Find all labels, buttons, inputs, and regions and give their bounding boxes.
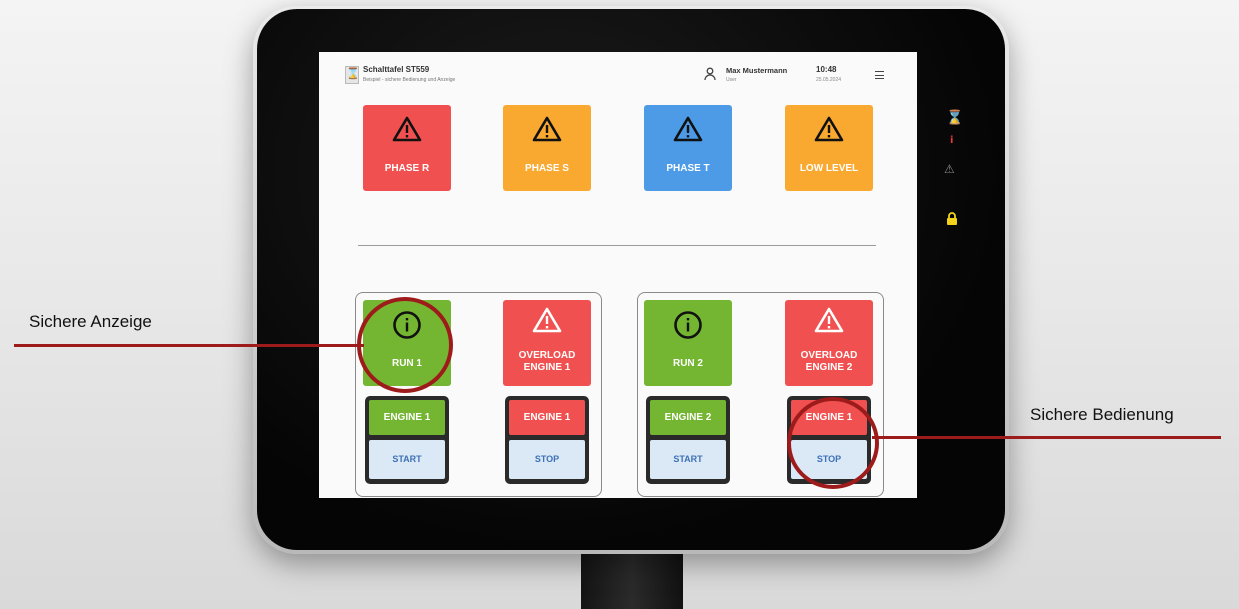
warning-icon [814,116,844,142]
warning-icon [673,116,703,142]
engine-1-stop-control: ENGINE 1 STOP [505,396,589,484]
start-button[interactable]: START [650,440,726,479]
info-icon: i [950,135,954,146]
page-subtitle: Beispiel - sichere Bedienung und Anzeige [363,77,456,83]
app-logo-icon: ⌛ [345,66,360,84]
clock-date: 25.05.2024 [816,77,842,83]
warning-icon [392,116,422,142]
start-button[interactable]: START [369,440,445,479]
alarm-tile-phase-t[interactable]: PHASE T [644,105,732,191]
user-role: User [726,77,737,83]
alarm-label: PHASE T [666,163,710,174]
hourglass-icon: ⌛ [946,110,964,126]
info-icon [674,311,702,339]
callout-label-display: Sichere Anzeige [29,312,152,331]
hamburger-menu-icon[interactable] [875,71,884,79]
warning-icon [532,116,562,142]
monitor-stand [581,548,683,609]
alarm-tile-overload-engine-2: OVERLOAD ENGINE 2 [785,300,873,386]
page-title: Schalttafel ST559 [363,65,430,74]
overload-label-line1: OVERLOAD [800,350,858,361]
callout-line-display [14,344,364,347]
engine-2-start-indicator[interactable]: ENGINE 2 [650,400,726,435]
status-label: RUN 2 [672,358,703,369]
lock-icon [946,211,958,230]
user-icon[interactable] [704,67,716,81]
alarm-label: PHASE R [384,163,430,174]
alarm-tile-overload-engine-1: OVERLOAD ENGINE 1 [503,300,591,386]
callout-circle-display [357,297,453,393]
engine-1-stop-indicator[interactable]: ENGINE 1 [509,400,585,435]
section-divider [358,245,876,246]
overload-label-line1: OVERLOAD [518,350,576,361]
alarm-tile-phase-s[interactable]: PHASE S [503,105,591,191]
overload-label-line2: ENGINE 1 [523,362,571,373]
engine-2-start-control: ENGINE 2 START [646,396,730,484]
clock-time: 10:48 [816,65,837,74]
warning-icon: ⚠ [944,162,955,176]
warning-icon [814,307,844,333]
stop-button[interactable]: STOP [509,440,585,479]
alarm-tile-phase-r[interactable]: PHASE R [363,105,451,191]
engine-1-start-control: ENGINE 1 START [365,396,449,484]
status-tile-run-2: RUN 2 [644,300,732,386]
callout-circle-operation [787,397,879,489]
engine-1-start-indicator[interactable]: ENGINE 1 [369,400,445,435]
overload-label-line2: ENGINE 2 [805,362,853,373]
callout-line-operation [872,436,1221,439]
warning-icon [532,307,562,333]
alarm-label: LOW LEVEL [799,163,859,174]
user-name[interactable]: Max Mustermann [726,66,787,75]
callout-label-operation: Sichere Bedienung [1030,405,1174,424]
alarm-label: PHASE S [525,163,569,174]
alarm-tile-low-level[interactable]: LOW LEVEL [785,105,873,191]
